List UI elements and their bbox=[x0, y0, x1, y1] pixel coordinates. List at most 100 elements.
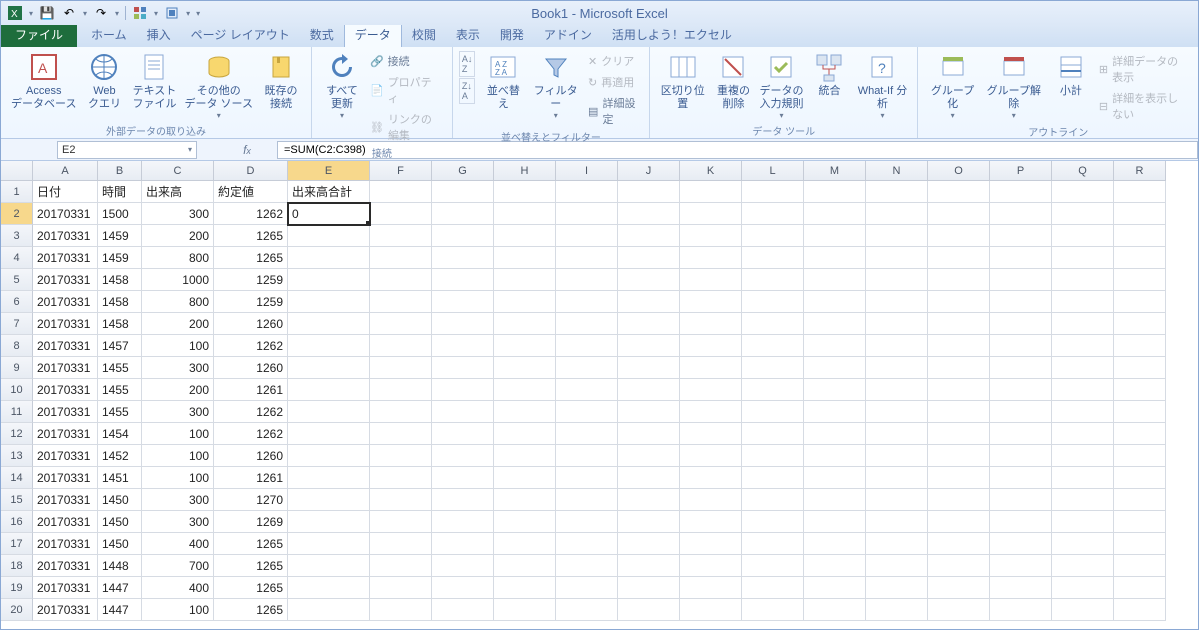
cell-P1[interactable] bbox=[990, 181, 1052, 203]
cell-P8[interactable] bbox=[990, 335, 1052, 357]
cell-H18[interactable] bbox=[494, 555, 556, 577]
cell-R7[interactable] bbox=[1114, 313, 1166, 335]
cell-M19[interactable] bbox=[804, 577, 866, 599]
cell-J5[interactable] bbox=[618, 269, 680, 291]
cell-K16[interactable] bbox=[680, 511, 742, 533]
cell-A14[interactable]: 20170331 bbox=[33, 467, 98, 489]
cell-C1[interactable]: 出来高 bbox=[142, 181, 214, 203]
cell-J10[interactable] bbox=[618, 379, 680, 401]
cell-P19[interactable] bbox=[990, 577, 1052, 599]
cell-C18[interactable]: 700 bbox=[142, 555, 214, 577]
cell-M18[interactable] bbox=[804, 555, 866, 577]
cell-E1[interactable]: 出来高合計 bbox=[288, 181, 370, 203]
cell-H11[interactable] bbox=[494, 401, 556, 423]
row-header-16[interactable]: 16 bbox=[1, 511, 33, 533]
cell-N10[interactable] bbox=[866, 379, 928, 401]
cell-M4[interactable] bbox=[804, 247, 866, 269]
cell-M8[interactable] bbox=[804, 335, 866, 357]
subtotal-button[interactable]: 小計 bbox=[1047, 49, 1095, 100]
cell-C19[interactable]: 400 bbox=[142, 577, 214, 599]
cell-H20[interactable] bbox=[494, 599, 556, 621]
cell-Q6[interactable] bbox=[1052, 291, 1114, 313]
cell-J9[interactable] bbox=[618, 357, 680, 379]
group-button[interactable]: グループ化 ▾ bbox=[924, 49, 980, 123]
cell-E17[interactable] bbox=[288, 533, 370, 555]
cell-Q8[interactable] bbox=[1052, 335, 1114, 357]
cell-G2[interactable] bbox=[432, 203, 494, 225]
cell-E19[interactable] bbox=[288, 577, 370, 599]
cell-C6[interactable]: 800 bbox=[142, 291, 214, 313]
cell-B7[interactable]: 1458 bbox=[98, 313, 142, 335]
cell-F18[interactable] bbox=[370, 555, 432, 577]
cell-O20[interactable] bbox=[928, 599, 990, 621]
cell-G1[interactable] bbox=[432, 181, 494, 203]
row-header-19[interactable]: 19 bbox=[1, 577, 33, 599]
cell-L13[interactable] bbox=[742, 445, 804, 467]
cell-K5[interactable] bbox=[680, 269, 742, 291]
cell-E6[interactable] bbox=[288, 291, 370, 313]
row-header-14[interactable]: 14 bbox=[1, 467, 33, 489]
chevron-down-icon[interactable]: ▾ bbox=[188, 145, 192, 154]
cell-J7[interactable] bbox=[618, 313, 680, 335]
cell-N2[interactable] bbox=[866, 203, 928, 225]
cell-E13[interactable] bbox=[288, 445, 370, 467]
tab-file[interactable]: ファイル bbox=[1, 23, 77, 47]
cell-F11[interactable] bbox=[370, 401, 432, 423]
cell-M14[interactable] bbox=[804, 467, 866, 489]
cell-G4[interactable] bbox=[432, 247, 494, 269]
cell-L20[interactable] bbox=[742, 599, 804, 621]
cell-N1[interactable] bbox=[866, 181, 928, 203]
redo-icon[interactable]: ↷ bbox=[93, 5, 109, 21]
cell-L4[interactable] bbox=[742, 247, 804, 269]
select-all-corner[interactable] bbox=[1, 161, 33, 181]
cell-A3[interactable]: 20170331 bbox=[33, 225, 98, 247]
cell-D2[interactable]: 1262 bbox=[214, 203, 288, 225]
cell-C2[interactable]: 300 bbox=[142, 203, 214, 225]
cell-P16[interactable] bbox=[990, 511, 1052, 533]
cell-F3[interactable] bbox=[370, 225, 432, 247]
cell-O1[interactable] bbox=[928, 181, 990, 203]
cell-B18[interactable]: 1448 bbox=[98, 555, 142, 577]
cell-H6[interactable] bbox=[494, 291, 556, 313]
cell-K8[interactable] bbox=[680, 335, 742, 357]
cell-O10[interactable] bbox=[928, 379, 990, 401]
cell-G3[interactable] bbox=[432, 225, 494, 247]
cell-D17[interactable]: 1265 bbox=[214, 533, 288, 555]
column-header-D[interactable]: D bbox=[214, 161, 288, 181]
cell-G11[interactable] bbox=[432, 401, 494, 423]
cell-E3[interactable] bbox=[288, 225, 370, 247]
cell-E2[interactable]: 0 bbox=[288, 203, 370, 225]
column-header-C[interactable]: C bbox=[142, 161, 214, 181]
row-header-1[interactable]: 1 bbox=[1, 181, 33, 203]
cell-P20[interactable] bbox=[990, 599, 1052, 621]
cell-D14[interactable]: 1261 bbox=[214, 467, 288, 489]
from-web-button[interactable]: Web クエリ bbox=[80, 49, 128, 113]
cell-P15[interactable] bbox=[990, 489, 1052, 511]
cell-N6[interactable] bbox=[866, 291, 928, 313]
cell-E9[interactable] bbox=[288, 357, 370, 379]
tab-home[interactable]: ホーム bbox=[81, 23, 137, 47]
cell-H2[interactable] bbox=[494, 203, 556, 225]
fx-icon[interactable]: fx bbox=[217, 143, 277, 157]
cell-Q16[interactable] bbox=[1052, 511, 1114, 533]
cell-H3[interactable] bbox=[494, 225, 556, 247]
cell-P5[interactable] bbox=[990, 269, 1052, 291]
cell-O14[interactable] bbox=[928, 467, 990, 489]
custom-qat-icon-1[interactable] bbox=[132, 5, 148, 21]
cell-C5[interactable]: 1000 bbox=[142, 269, 214, 291]
column-header-P[interactable]: P bbox=[990, 161, 1052, 181]
cell-K17[interactable] bbox=[680, 533, 742, 555]
cell-H13[interactable] bbox=[494, 445, 556, 467]
custom1-dropdown-icon[interactable]: ▾ bbox=[154, 9, 158, 18]
cell-M1[interactable] bbox=[804, 181, 866, 203]
cell-H7[interactable] bbox=[494, 313, 556, 335]
cell-H14[interactable] bbox=[494, 467, 556, 489]
cell-D12[interactable]: 1262 bbox=[214, 423, 288, 445]
cell-K15[interactable] bbox=[680, 489, 742, 511]
row-header-15[interactable]: 15 bbox=[1, 489, 33, 511]
tab-addins[interactable]: アドイン bbox=[534, 23, 602, 47]
column-header-R[interactable]: R bbox=[1114, 161, 1166, 181]
cell-D10[interactable]: 1261 bbox=[214, 379, 288, 401]
cell-M12[interactable] bbox=[804, 423, 866, 445]
cell-D16[interactable]: 1269 bbox=[214, 511, 288, 533]
